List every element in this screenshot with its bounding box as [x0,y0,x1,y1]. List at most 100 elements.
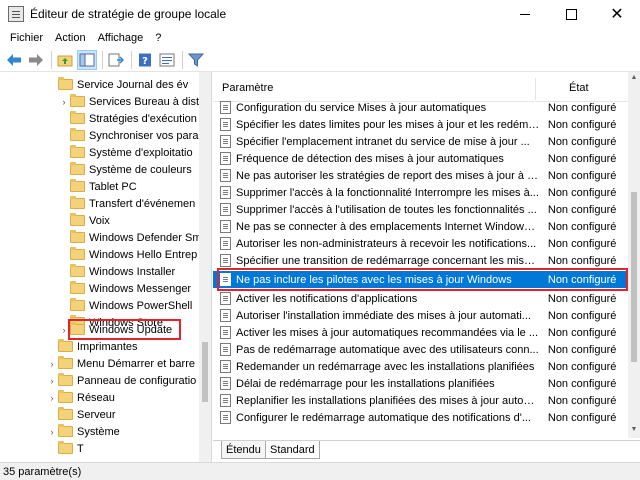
policy-setting-icon [220,292,231,305]
folder-icon [58,373,73,386]
tree-item[interactable]: Système de couleurs [70,161,192,178]
tree-item[interactable]: Tablet PC [70,178,137,195]
folder-icon [58,339,73,352]
setting-row[interactable]: Délai de redémarrage pour les installati… [213,375,628,392]
folder-icon [70,111,85,124]
menu-help[interactable]: ? [149,32,167,44]
folder-icon [58,356,73,369]
tree-item[interactable]: Synchroniser vos para [70,127,198,144]
export-list-icon[interactable] [106,50,126,70]
folder-icon [70,94,85,107]
back-arrow-icon[interactable] [4,50,24,70]
setting-row[interactable]: Spécifier les dates limites pour les mis… [213,116,628,133]
setting-row[interactable]: Ne pas autoriser les stratégies de repor… [213,167,628,184]
folder-icon [70,179,85,192]
tree-item[interactable]: Service Journal des év [58,76,188,93]
tree-item[interactable]: › Services Bureau à dist [58,93,199,110]
tree-item[interactable]: Transfert d'événemen [70,195,195,212]
policy-editor-app-icon [8,6,24,22]
folder-icon [58,77,73,90]
setting-row[interactable]: Fréquence de détection des mises à jour … [213,150,628,167]
setting-row[interactable]: Ne pas se connecter à des emplacements I… [213,218,628,235]
policy-setting-icon [220,326,231,339]
setting-row[interactable]: Configuration du service Mises à jour au… [213,99,628,116]
folder-icon [70,145,85,158]
tree-item[interactable]: Windows Hello Entrep [70,246,197,263]
help-icon[interactable]: ? [135,50,155,70]
tab-etendu[interactable]: Étendu [221,441,266,459]
status-setting-count: 35 paramètre(s) [3,465,82,478]
setting-row[interactable]: Autoriser l'installation immédiate des m… [213,307,628,324]
setting-row[interactable]: Supprimer l'accès à l'utilisation de tou… [213,201,628,218]
setting-row[interactable]: Configurer le redémarrage automatique de… [213,409,628,426]
tab-standard[interactable]: Standard [265,441,320,459]
scroll-up-arrow-icon[interactable]: ▲ [628,74,640,81]
tree-item[interactable]: › Réseau [46,389,115,406]
tree-item[interactable]: Windows Messenger [70,280,191,297]
properties-icon[interactable] [157,50,177,70]
policy-setting-icon [220,203,231,216]
folder-icon [70,196,85,209]
tree-item[interactable]: Serveur [58,406,116,423]
list-scrollbar-thumb[interactable] [631,192,637,362]
setting-row[interactable]: Activer les notifications d'applications… [213,290,628,307]
column-header-etat[interactable]: État [569,82,589,94]
setting-row[interactable]: Replanifier les installations planifiées… [213,392,628,409]
tree-item[interactable]: T [58,440,84,457]
tree-item[interactable]: Stratégies d'exécution [70,110,197,127]
menu-affichage[interactable]: Affichage [92,32,150,44]
setting-row[interactable]: Autoriser les non-administrateurs à rece… [213,235,628,252]
list-scrollbar[interactable]: ▲ ▼ [628,72,640,438]
setting-row[interactable]: Pas de redémarrage automatique avec des … [213,341,628,358]
setting-row[interactable]: Spécifier une transition de redémarrage … [213,252,628,269]
folder-icon [70,281,85,294]
chevron-right-icon[interactable]: › [58,97,70,107]
maximize-button[interactable] [548,0,594,28]
up-folder-icon[interactable] [55,50,75,70]
policy-setting-icon [220,360,231,373]
policy-setting-icon [220,220,231,233]
tree-item[interactable]: Windows PowerShell [70,297,192,314]
setting-row[interactable]: Activer les mises à jour automatiques re… [213,324,628,341]
tree-scrollbar-thumb[interactable] [202,342,208,402]
tree-item[interactable]: › Système [46,423,120,440]
status-bar: 35 paramètre(s) [0,462,640,480]
tree-item[interactable]: Voix [70,212,110,229]
scroll-down-arrow-icon[interactable]: ▼ [628,426,640,433]
policy-setting-icon [220,118,231,131]
chevron-right-icon[interactable]: › [46,376,58,386]
setting-row[interactable]: Spécifier l'emplacement intranet du serv… [213,133,628,150]
folder-icon [70,128,85,141]
setting-row[interactable]: Redemander un redémarrage avec les insta… [213,358,628,375]
toolbar-separator [131,50,132,69]
tree-pane[interactable]: Service Journal des év › Services Bureau … [0,72,212,462]
chevron-right-icon[interactable]: › [46,359,58,369]
chevron-right-icon[interactable]: › [46,393,58,403]
show-hide-tree-icon[interactable] [77,49,97,70]
menu-fichier[interactable]: Fichier [4,32,49,44]
policy-setting-icon [220,186,231,199]
toolbar: ? [0,48,640,72]
tree-item[interactable]: › Panneau de configuratio [46,372,196,389]
setting-row[interactable]: Supprimer l'accès à la fonctionnalité In… [213,184,628,201]
tree-item[interactable]: › Menu Démarrer et barre [46,355,195,372]
view-tabs: Étendu Standard [213,440,640,462]
menu-bar: Fichier Action Affichage ? [0,28,640,48]
menu-action[interactable]: Action [49,32,92,44]
minimize-button[interactable] [502,0,548,28]
policy-setting-icon [220,411,231,424]
tree-item[interactable]: Imprimantes [58,338,138,355]
folder-icon [70,213,85,226]
tree-scrollbar[interactable] [199,72,211,462]
tree-item[interactable]: Windows Defender Sm [70,229,202,246]
tree-item[interactable]: Système d'exploitatio [70,144,193,161]
close-button[interactable]: ✕ [594,0,640,28]
row-selection-highlight [217,268,628,291]
filter-icon[interactable] [186,50,206,70]
forward-arrow-icon[interactable] [26,50,46,70]
chevron-right-icon[interactable]: › [46,427,58,437]
column-header-parametre[interactable]: Paramètre [222,82,273,94]
policy-setting-icon [220,377,231,390]
tree-item[interactable]: Windows Installer [70,263,175,280]
column-divider[interactable] [535,78,536,100]
